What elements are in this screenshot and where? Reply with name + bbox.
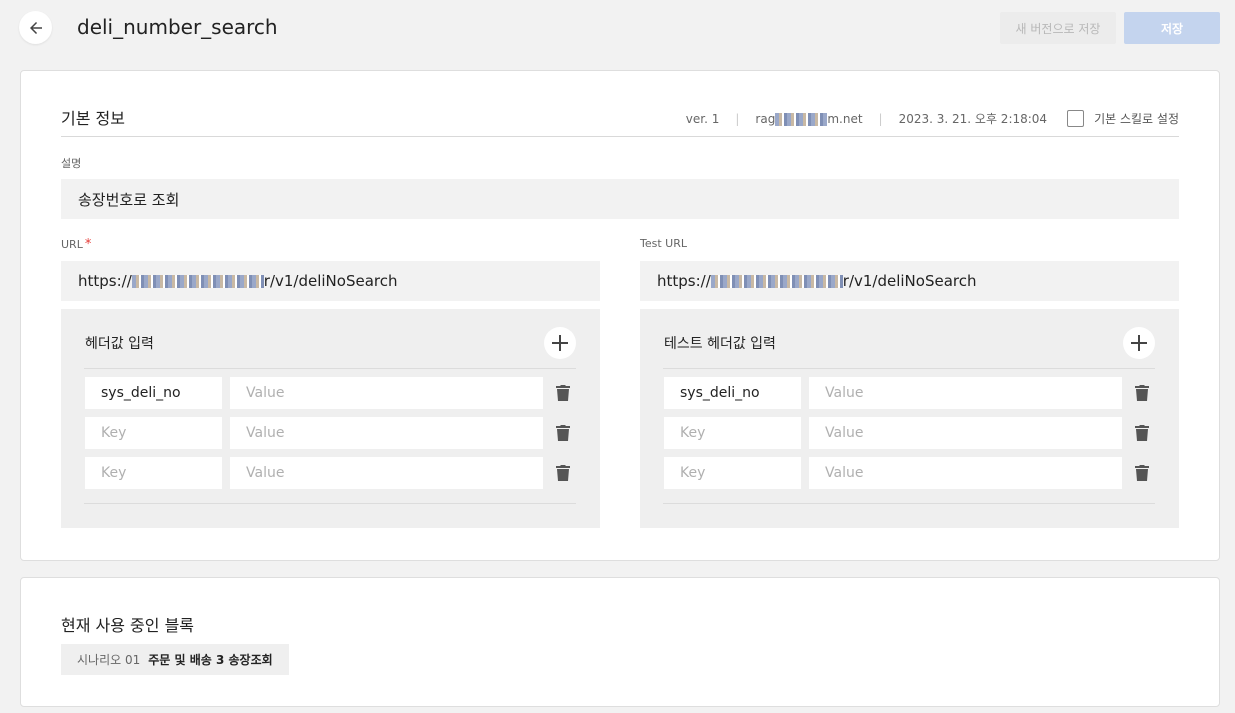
trash-icon[interactable]: [1135, 425, 1149, 441]
test-header-key-input[interactable]: Key: [664, 417, 801, 449]
divider: [663, 503, 1155, 504]
trash-icon[interactable]: [556, 465, 570, 481]
divider: [61, 136, 1179, 137]
blocks-in-use-card: 현재 사용 중인 블록 시나리오 01 주문 및 배송 3 송장조회: [20, 577, 1220, 707]
description-field[interactable]: 송장번호로 조회: [61, 179, 1179, 219]
header-value-input[interactable]: Value: [230, 417, 543, 449]
header-value-input[interactable]: Value: [230, 457, 543, 489]
redacted-text: [710, 274, 843, 288]
modified-timestamp: 2023. 3. 21. 오후 2:18:04: [898, 112, 1048, 126]
test-url-field[interactable]: https://r/v1/deliNoSearch: [640, 261, 1179, 301]
trash-icon[interactable]: [556, 425, 570, 441]
page-title: deli_number_search: [77, 15, 278, 39]
header-values-panel: 헤더값 입력 sys_deli_no Value Key Value Key V…: [61, 309, 600, 528]
test-header-value-input[interactable]: Value: [809, 377, 1122, 409]
required-mark: *: [84, 237, 92, 252]
meta-info: ver. 1 | rag m.net | 2023. 3. 21. 오후 2:18…: [686, 110, 1179, 127]
blocks-in-use-title: 현재 사용 중인 블록: [61, 616, 195, 635]
trash-icon[interactable]: [556, 385, 570, 401]
test-header-value-input[interactable]: Value: [809, 457, 1122, 489]
divider: |: [735, 111, 740, 126]
block-chip[interactable]: 시나리오 01 주문 및 배송 3 송장조회: [61, 644, 289, 675]
save-as-new-version-button[interactable]: 새 버전으로 저장: [1000, 12, 1116, 44]
top-bar: deli_number_search 새 버전으로 저장 저장: [0, 0, 1235, 56]
redacted-text: [775, 112, 828, 126]
block-name: 주문 및 배송 3 송장조회: [148, 653, 273, 667]
divider: [663, 368, 1155, 369]
test-header-values-title: 테스트 헤더값 입력: [664, 336, 776, 352]
default-skill-label: 기본 스킬로 설정: [1094, 112, 1179, 126]
description-label: 설명: [61, 157, 82, 170]
arrow-left-icon: [29, 21, 42, 34]
test-header-key-input[interactable]: Key: [664, 457, 801, 489]
block-scenario: 시나리오 01: [77, 653, 141, 667]
save-button[interactable]: 저장: [1124, 12, 1220, 44]
add-header-button[interactable]: [544, 327, 576, 359]
url-field[interactable]: https://r/v1/deliNoSearch: [61, 261, 600, 301]
test-header-values-panel: 테스트 헤더값 입력 sys_deli_no Value Key Value K…: [640, 309, 1179, 528]
test-header-key-input[interactable]: sys_deli_no: [664, 377, 801, 409]
header-value-input[interactable]: Value: [230, 377, 543, 409]
header-values-title: 헤더값 입력: [85, 336, 154, 352]
divider: |: [878, 111, 883, 126]
trash-icon[interactable]: [1135, 385, 1149, 401]
add-test-header-button[interactable]: [1123, 327, 1155, 359]
header-key-input[interactable]: sys_deli_no: [85, 377, 222, 409]
version-label: ver. 1: [685, 111, 720, 126]
trash-icon[interactable]: [1135, 465, 1149, 481]
plus-icon: [552, 335, 568, 351]
default-skill-checkbox[interactable]: [1067, 110, 1085, 127]
basic-info-title: 기본 정보: [61, 109, 125, 128]
url-label: URL *: [61, 237, 92, 252]
divider: [84, 368, 576, 369]
header-key-input[interactable]: Key: [85, 417, 222, 449]
test-header-value-input[interactable]: Value: [809, 417, 1122, 449]
back-button[interactable]: [19, 11, 52, 44]
author-email: rag m.net: [755, 111, 863, 126]
plus-icon: [1131, 335, 1147, 351]
test-url-label: Test URL: [640, 237, 687, 250]
header-key-input[interactable]: Key: [85, 457, 222, 489]
basic-info-card: 기본 정보 ver. 1 | rag m.net | 2023. 3. 21. 오…: [20, 70, 1220, 561]
redacted-text: [131, 274, 264, 288]
divider: [84, 503, 576, 504]
